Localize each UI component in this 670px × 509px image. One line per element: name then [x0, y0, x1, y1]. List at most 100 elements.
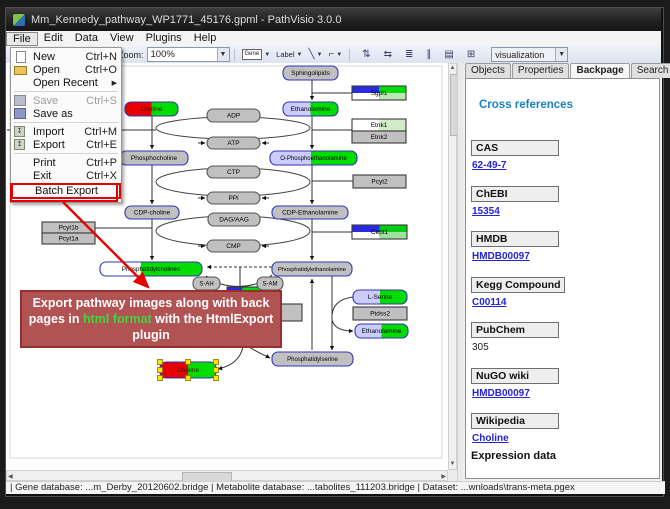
- connector-tool-button[interactable]: ⌐ ▼: [325, 47, 345, 62]
- connector-dropdown-caret-icon[interactable]: ▼: [336, 52, 342, 58]
- svg-text:Pcyt2: Pcyt2: [371, 179, 388, 186]
- file-menu-item-export[interactable]: ↥ExportCtrl+E: [11, 138, 121, 151]
- align-middle-icon[interactable]: ⇆: [384, 48, 392, 61]
- file-menu-item-batch-export[interactable]: Batch Export: [11, 183, 121, 199]
- pathway-node-l-serine[interactable]: L-Serine: [353, 290, 407, 304]
- pathway-node-pcyt2[interactable]: Pcyt2: [353, 175, 406, 188]
- pathway-node-o-phosphoethanolamine[interactable]: O-Phosphoethanolamine: [270, 151, 357, 165]
- import-icon: ↧: [14, 126, 25, 137]
- pathway-node-ethanolamine[interactable]: Ethanolamine: [355, 324, 408, 338]
- file-menu-item-import[interactable]: ↧ImportCtrl+M: [11, 125, 121, 138]
- line-tool-button[interactable]: ╲ ▼: [305, 47, 325, 62]
- stack-vertical-icon[interactable]: ≣: [405, 48, 413, 61]
- zoom-dropdown-arrow-icon[interactable]: ▼: [217, 48, 229, 61]
- file-menu-item-open[interactable]: OpenCtrl+O: [11, 63, 121, 76]
- pathway-node-cmp[interactable]: CMP: [207, 240, 260, 252]
- pathway-node-atp[interactable]: ATP: [207, 137, 260, 149]
- line-dropdown-caret-icon[interactable]: ▼: [317, 52, 323, 58]
- pathway-node-adp[interactable]: ADP: [207, 109, 260, 122]
- sidebar: ObjectsPropertiesBackpageSearchLegend Cr…: [463, 63, 662, 481]
- pathway-node-phosphatidylserine[interactable]: Phosphatidylserine: [272, 352, 353, 366]
- group-icon[interactable]: ▤: [444, 48, 453, 61]
- pathway-node-sgpl1[interactable]: Sgpl1: [352, 86, 406, 100]
- svg-text:Ptdss2: Ptdss2: [370, 311, 390, 318]
- add-datanode-button[interactable]: Gene ▼: [239, 47, 274, 62]
- visualization-combobox[interactable]: visualization ▼: [491, 47, 568, 62]
- pathway-node-s-ah[interactable]: S-AH: [193, 277, 220, 290]
- crossref-value-cas[interactable]: 62-49-7: [472, 160, 506, 171]
- title-bar[interactable]: Mm_Kennedy_pathway_WP1771_45176.gpml - P…: [6, 8, 661, 31]
- selection-handle[interactable]: [214, 376, 219, 381]
- pathway-node-ptdss2[interactable]: Ptdss2: [353, 307, 407, 320]
- pathway-node-cdp-choline[interactable]: CDP-choline: [125, 206, 179, 219]
- selection-handle[interactable]: [158, 376, 163, 381]
- pathway-node-pcyt1b[interactable]: Pcyt1b: [42, 222, 95, 233]
- scroll-up-icon[interactable]: ▲: [449, 64, 456, 73]
- tab-objects[interactable]: Objects: [465, 63, 511, 78]
- pathway-node-cept1[interactable]: Cept1: [352, 225, 407, 239]
- pathway-node-ctp[interactable]: CTP: [207, 166, 260, 178]
- crossref-section-wikipedia: Wikipedia: [471, 413, 559, 429]
- canvas-vertical-scrollbar[interactable]: ▲ ▼: [448, 63, 457, 470]
- pathway-node-s-am[interactable]: S-AM: [257, 277, 283, 290]
- selection-handle[interactable]: [186, 376, 191, 381]
- align-center-icon[interactable]: ⇅: [362, 48, 370, 61]
- visualization-dropdown-arrow-icon[interactable]: ▼: [555, 48, 567, 61]
- svg-text:Choline: Choline: [177, 367, 199, 374]
- menubar-item-view[interactable]: View: [104, 32, 140, 45]
- pathway-node-pcyt1a[interactable]: Pcyt1a: [42, 233, 95, 244]
- pathway-node-sphingolipids[interactable]: Sphingolipids: [283, 66, 338, 80]
- crossref-section-kegg-compound: Kegg Compound: [471, 277, 565, 293]
- zoom-combobox[interactable]: 100% ▼: [147, 47, 230, 62]
- pathway-node-phosphatidylcholines[interactable]: Phosphatidylcholines: [100, 262, 202, 276]
- crossref-value-wikipedia[interactable]: Choline: [472, 433, 509, 444]
- file-menu-item-print[interactable]: PrintCtrl+P: [11, 156, 121, 169]
- saveas-icon: [14, 108, 26, 119]
- crossref-value-hmdb[interactable]: HMDB00097: [472, 251, 530, 262]
- pathway-node-ethanolamine[interactable]: Ethanolamine: [283, 102, 338, 116]
- pathway-node-etnk2[interactable]: Etnk2: [352, 131, 406, 143]
- stack-horizontal-icon[interactable]: ∥: [426, 48, 431, 61]
- pathway-node-dag-aag[interactable]: DAG/AAG: [208, 213, 260, 226]
- selection-handle[interactable]: [158, 368, 163, 373]
- scroll-down-icon[interactable]: ▼: [449, 460, 456, 469]
- datanode-dropdown-caret-icon[interactable]: ▼: [264, 52, 270, 58]
- file-menu-item-new[interactable]: NewCtrl+N: [11, 50, 121, 63]
- ungroup-icon[interactable]: ⊞: [467, 48, 475, 61]
- menubar-item-data[interactable]: Data: [69, 32, 104, 45]
- add-label-button[interactable]: Label ▼: [273, 47, 305, 62]
- selection-handle[interactable]: [186, 360, 191, 365]
- pathway-node-unlabeled-21[interactable]: [281, 304, 302, 321]
- pathway-node-choline[interactable]: Choline: [125, 102, 178, 116]
- label-dropdown-caret-icon[interactable]: ▼: [297, 52, 303, 58]
- tab-properties[interactable]: Properties: [512, 63, 570, 78]
- menubar-item-plugins[interactable]: Plugins: [140, 32, 188, 45]
- crossref-section-pubchem: PubChem: [471, 322, 559, 338]
- tab-backpage[interactable]: Backpage: [570, 63, 629, 79]
- tab-search[interactable]: Search: [631, 63, 670, 78]
- menubar-item-help[interactable]: Help: [188, 32, 223, 45]
- file-menu-item-exit[interactable]: ExitCtrl+X: [11, 169, 121, 182]
- crossref-value-kegg-compound[interactable]: C00114: [472, 297, 506, 308]
- file-menu-item-save-as[interactable]: Save as: [11, 107, 121, 120]
- pathway-node-cdp-ethanolamine[interactable]: CDP-Ethanolamine: [272, 206, 348, 219]
- pathway-node-phosphatidylethanolamine[interactable]: Phosphatidylethanolamine: [272, 262, 352, 276]
- menubar-item-file[interactable]: File: [6, 32, 38, 46]
- annotation-callout: Export pathway images along with back pa…: [20, 290, 282, 348]
- menubar-item-edit[interactable]: Edit: [38, 32, 69, 45]
- file-menu-item-save[interactable]: SaveCtrl+S: [11, 94, 121, 107]
- pathway-node-ppi[interactable]: PPi: [207, 192, 260, 204]
- file-menu-dropdown: NewCtrl+NOpenCtrl+OOpen Recent▶ SaveCtrl+…: [10, 47, 122, 203]
- selection-handle[interactable]: [214, 360, 219, 365]
- pathway-node-choline[interactable]: Choline: [158, 360, 219, 381]
- pathway-node-phosphocholine[interactable]: Phosphocholine: [120, 151, 188, 165]
- file-menu-item-open-recent[interactable]: Open Recent▶: [11, 76, 121, 89]
- scrollbar-corner: [448, 470, 457, 481]
- canvas-horizontal-scrollbar[interactable]: ◀ ▶: [6, 470, 448, 481]
- crossref-value-chebi[interactable]: 15354: [472, 206, 500, 217]
- crossref-value-nugo-wiki[interactable]: HMDB00097: [472, 388, 530, 399]
- pathway-node-etnk1[interactable]: Etnk1: [352, 119, 406, 131]
- selection-handle[interactable]: [214, 368, 219, 373]
- selection-handle[interactable]: [158, 360, 163, 365]
- line-icon: ╲: [308, 48, 314, 61]
